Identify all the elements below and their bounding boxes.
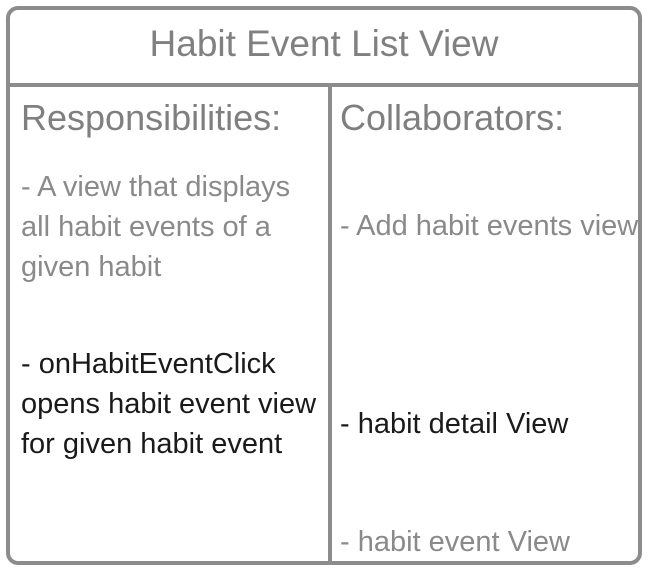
collaborators-heading: Collaborators: — [340, 97, 565, 138]
title-divider — [10, 83, 638, 87]
card-title: Habit Event List View — [149, 23, 499, 64]
responsibility-item: - A view that displays all habit events … — [21, 171, 291, 283]
responsibilities-heading: Responsibilities: — [21, 97, 282, 138]
collaborator-item: - Add habit events view — [340, 210, 639, 242]
crc-card: Habit Event List View Responsibilities: … — [6, 6, 642, 565]
collaborator-item: - habit event View — [340, 526, 570, 558]
responsibility-item: - onHabitEventClick opens habit event vi… — [21, 348, 317, 460]
collaborator-item: - habit detail View — [340, 408, 569, 440]
column-divider — [328, 87, 332, 561]
